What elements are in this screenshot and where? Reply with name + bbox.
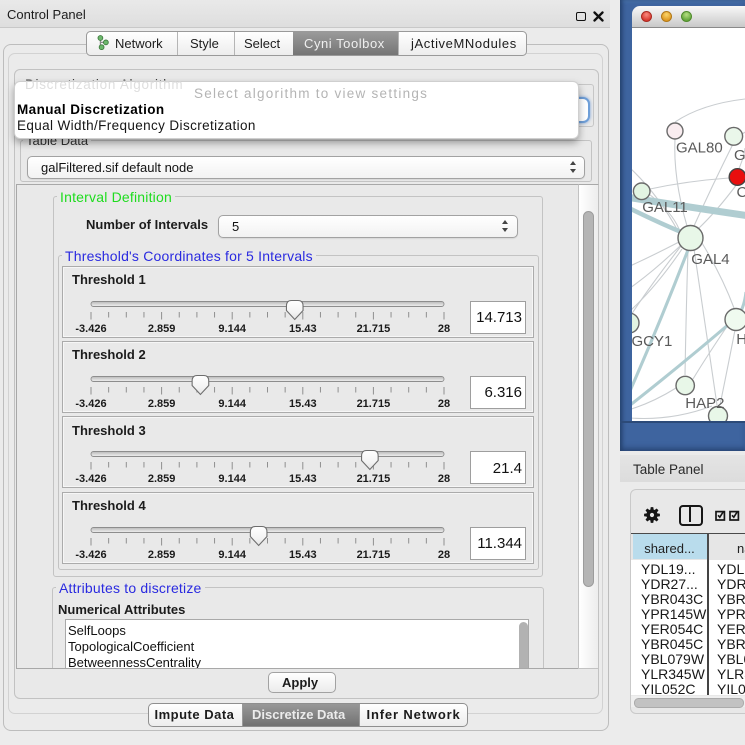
svg-text:2.859: 2.859 [148, 549, 176, 561]
svg-text:GCY1: GCY1 [632, 333, 672, 350]
svg-text:21.715: 21.715 [357, 549, 391, 561]
svg-text:28: 28 [438, 549, 450, 561]
svg-text:-3.426: -3.426 [75, 398, 106, 410]
svg-text:15.43: 15.43 [289, 398, 317, 410]
svg-text:21.715: 21.715 [357, 323, 391, 335]
svg-text:HAP2: HAP2 [685, 395, 724, 412]
svg-text:15.43: 15.43 [289, 473, 317, 485]
svg-text:HIS: HIS [736, 331, 745, 348]
svg-text:28: 28 [438, 323, 450, 335]
svg-text:-3.426: -3.426 [75, 473, 106, 485]
svg-text:9.144: 9.144 [218, 398, 246, 410]
svg-text:CR: CR [737, 184, 745, 201]
svg-text:GAL: GAL [734, 147, 745, 164]
svg-text:GAL80: GAL80 [676, 140, 723, 157]
svg-text:21.715: 21.715 [357, 398, 391, 410]
svg-text:9.144: 9.144 [218, 323, 246, 335]
svg-text:15.43: 15.43 [289, 549, 317, 561]
svg-text:GAL11: GAL11 [642, 199, 688, 216]
svg-text:2.859: 2.859 [148, 473, 176, 485]
svg-text:21.715: 21.715 [357, 473, 391, 485]
svg-text:28: 28 [438, 473, 450, 485]
svg-text:2.859: 2.859 [148, 398, 176, 410]
svg-text:-3.426: -3.426 [75, 549, 106, 561]
svg-text:GAL4: GAL4 [691, 251, 729, 268]
svg-text:9.144: 9.144 [218, 549, 246, 561]
svg-text:28: 28 [438, 398, 450, 410]
svg-text:9.144: 9.144 [218, 473, 246, 485]
svg-text:2.859: 2.859 [148, 323, 176, 335]
svg-text:-3.426: -3.426 [75, 323, 106, 335]
svg-text:15.43: 15.43 [289, 323, 317, 335]
